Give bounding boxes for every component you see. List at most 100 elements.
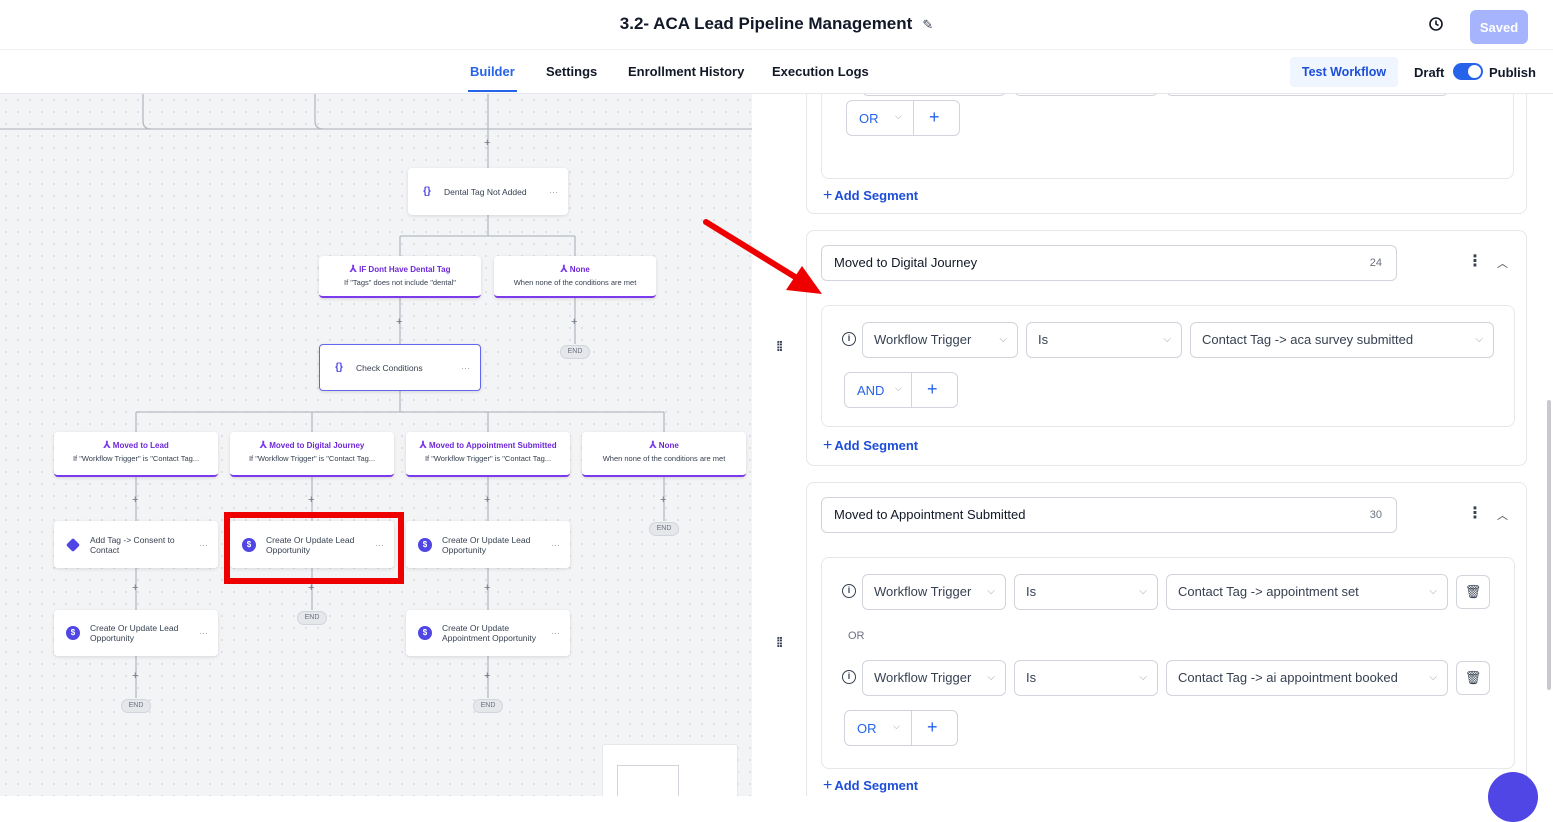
top-bar: 3.2- ACA Lead Pipeline Management ✎ Saved: [0, 0, 1553, 50]
add-step-plus[interactable]: +: [571, 316, 577, 328]
add-segment-link[interactable]: + Add Segment: [823, 187, 918, 205]
branch-moved-to-digital-journey[interactable]: ⅄ Moved to Digital Journey If "Workflow T…: [230, 432, 394, 477]
minimap[interactable]: [602, 744, 738, 796]
drag-handle-icon[interactable]: ⁞⁞: [776, 338, 783, 354]
plus-icon[interactable]: +: [927, 717, 938, 738]
node-check-conditions[interactable]: {} Check Conditions ···: [319, 344, 481, 391]
end-pill: END: [121, 699, 151, 713]
node-add-tag-consent[interactable]: Add Tag -> Consent to Contact ···: [54, 521, 218, 568]
condition-value[interactable]: Contact Tag -> appointment set ⌵: [1166, 574, 1448, 610]
field-value: Workflow Trigger: [874, 584, 972, 599]
add-segment-label: Add Segment: [834, 188, 919, 203]
pencil-icon[interactable]: ✎: [922, 17, 933, 33]
node-create-update-appointment-opportunity[interactable]: $ Create Or Update Appointment Opportuni…: [406, 610, 570, 656]
branch-desc: If "Workflow Trigger" is "Contact Tag...: [424, 454, 552, 463]
add-step-plus[interactable]: +: [484, 137, 490, 149]
add-step-plus[interactable]: +: [132, 582, 138, 594]
condition-value[interactable]: Contact Tag -> aca survey submitted ⌵: [1190, 322, 1494, 358]
field-value: Workflow Trigger: [874, 332, 972, 347]
add-step-plus[interactable]: +: [484, 494, 490, 506]
add-step-plus[interactable]: +: [132, 494, 138, 506]
branch-desc: If "Tags" does not include "dental": [344, 278, 456, 287]
plus-icon[interactable]: +: [929, 107, 940, 128]
plus-icon[interactable]: +: [927, 379, 938, 400]
chevron-down-icon: ⌵: [895, 383, 902, 393]
node-label: Create Or Update Appointment Opportunity: [442, 623, 537, 643]
more-icon[interactable]: ···: [551, 628, 560, 638]
saved-button[interactable]: Saved: [1470, 10, 1528, 44]
condition-field[interactable]: Workflow Trigger ⌵: [862, 660, 1006, 696]
or-and-combo[interactable]: AND ⌵ +: [844, 372, 958, 408]
add-step-plus[interactable]: +: [484, 670, 490, 682]
history-icon[interactable]: [1428, 16, 1444, 32]
kebab-menu-icon[interactable]: ⋮: [1467, 251, 1483, 271]
segment-name-input[interactable]: Moved to Appointment Submitted 30: [821, 497, 1397, 533]
or-and-combo[interactable]: OR ⌵ +: [844, 710, 958, 746]
braces-icon: {}: [423, 185, 431, 197]
branch-desc: If "Workflow Trigger" is "Contact Tag...: [72, 454, 200, 463]
condition-operator[interactable]: Is ⌵: [1014, 574, 1158, 610]
help-button[interactable]: [1488, 772, 1538, 822]
more-icon[interactable]: ···: [549, 187, 558, 197]
dollar-icon: $: [418, 626, 432, 640]
add-segment-link[interactable]: + Add Segment: [823, 777, 918, 795]
trash-icon[interactable]: 🗑: [1456, 575, 1490, 609]
branch-icon: ⅄: [349, 264, 358, 275]
more-icon[interactable]: ···: [199, 628, 208, 638]
trash-icon[interactable]: 🗑: [1456, 661, 1490, 695]
combo-value: OR: [859, 111, 879, 126]
node-label: Create Or Update Lead Opportunity: [90, 623, 179, 643]
condition-operator[interactable]: Is ⌵: [1014, 660, 1158, 696]
add-step-plus[interactable]: +: [484, 582, 490, 594]
test-workflow-button[interactable]: Test Workflow: [1290, 57, 1398, 87]
end-pill: END: [560, 345, 590, 359]
add-step-plus[interactable]: +: [132, 670, 138, 682]
drag-handle-icon[interactable]: ⁞⁞: [776, 634, 783, 650]
kebab-menu-icon[interactable]: ⋮: [1467, 503, 1483, 523]
add-step-plus[interactable]: +: [308, 582, 314, 594]
workflow-canvas[interactable]: + {} Dental Tag Not Added ··· ⅄ IF Dont H…: [0, 94, 752, 796]
node-create-update-lead-opportunity-lead[interactable]: $ Create Or Update Lead Opportunity ···: [54, 610, 218, 656]
chevron-up-icon[interactable]: ︿: [1497, 255, 1508, 271]
tab-settings[interactable]: Settings: [546, 64, 597, 79]
branch-none-2[interactable]: ⅄ None When none of the conditions are me…: [582, 432, 746, 477]
workflow-title[interactable]: 3.2- ACA Lead Pipeline Management ✎: [0, 14, 1553, 34]
segment-name-input[interactable]: Moved to Digital Journey 24: [821, 245, 1397, 281]
condition-value[interactable]: [1166, 94, 1448, 96]
more-icon[interactable]: ···: [461, 363, 470, 373]
branch-if-dont-have-dental-tag[interactable]: ⅄ IF Dont Have Dental Tag If "Tags" does …: [319, 256, 481, 298]
more-icon[interactable]: ···: [551, 540, 560, 550]
condition-field[interactable]: [862, 94, 1006, 96]
add-step-plus[interactable]: +: [660, 494, 666, 506]
add-step-plus[interactable]: +: [308, 494, 314, 506]
condition-operator[interactable]: Is ⌵: [1026, 322, 1182, 358]
condition-operator[interactable]: [1014, 94, 1158, 96]
add-step-plus[interactable]: +: [396, 316, 402, 328]
info-icon: i: [842, 670, 856, 684]
chevron-up-icon[interactable]: ︿: [1497, 507, 1508, 523]
add-segment-label: Add Segment: [834, 778, 919, 793]
condition-value[interactable]: Contact Tag -> ai appointment booked ⌵: [1166, 660, 1448, 696]
node-label: Check Conditions: [356, 362, 423, 373]
panel-scrollbar[interactable]: [1547, 400, 1551, 690]
branch-none-1[interactable]: ⅄ None When none of the conditions are me…: [494, 256, 656, 298]
node-create-update-lead-opportunity-appt[interactable]: $ Create Or Update Lead Opportunity ···: [406, 521, 570, 568]
tab-builder[interactable]: Builder: [468, 64, 517, 92]
branch-title: None: [569, 265, 590, 274]
branch-moved-to-lead[interactable]: ⅄ Moved to Lead If "Workflow Trigger" is …: [54, 432, 218, 477]
segment-name: Moved to Appointment Submitted: [834, 507, 1026, 522]
tab-execution-logs[interactable]: Execution Logs: [772, 64, 869, 79]
add-segment-link[interactable]: + Add Segment: [823, 437, 918, 455]
publish-toggle[interactable]: [1453, 63, 1483, 80]
or-and-combo[interactable]: OR ⌵ +: [846, 100, 960, 136]
node-dental-tag-not-added[interactable]: {} Dental Tag Not Added ···: [408, 168, 568, 215]
or-separator: OR: [848, 630, 865, 642]
branch-moved-to-appointment-submitted[interactable]: ⅄ Moved to Appointment Submitted If "Work…: [406, 432, 570, 477]
tab-enrollment-history[interactable]: Enrollment History: [628, 64, 744, 79]
operator-value: Is: [1026, 584, 1037, 599]
segment-card-previous: OR ⌵ + + Add Segment: [806, 94, 1527, 214]
more-icon[interactable]: ···: [199, 540, 208, 550]
condition-field[interactable]: Workflow Trigger ⌵: [862, 322, 1018, 358]
end-pill: END: [297, 611, 327, 625]
condition-field[interactable]: Workflow Trigger ⌵: [862, 574, 1006, 610]
